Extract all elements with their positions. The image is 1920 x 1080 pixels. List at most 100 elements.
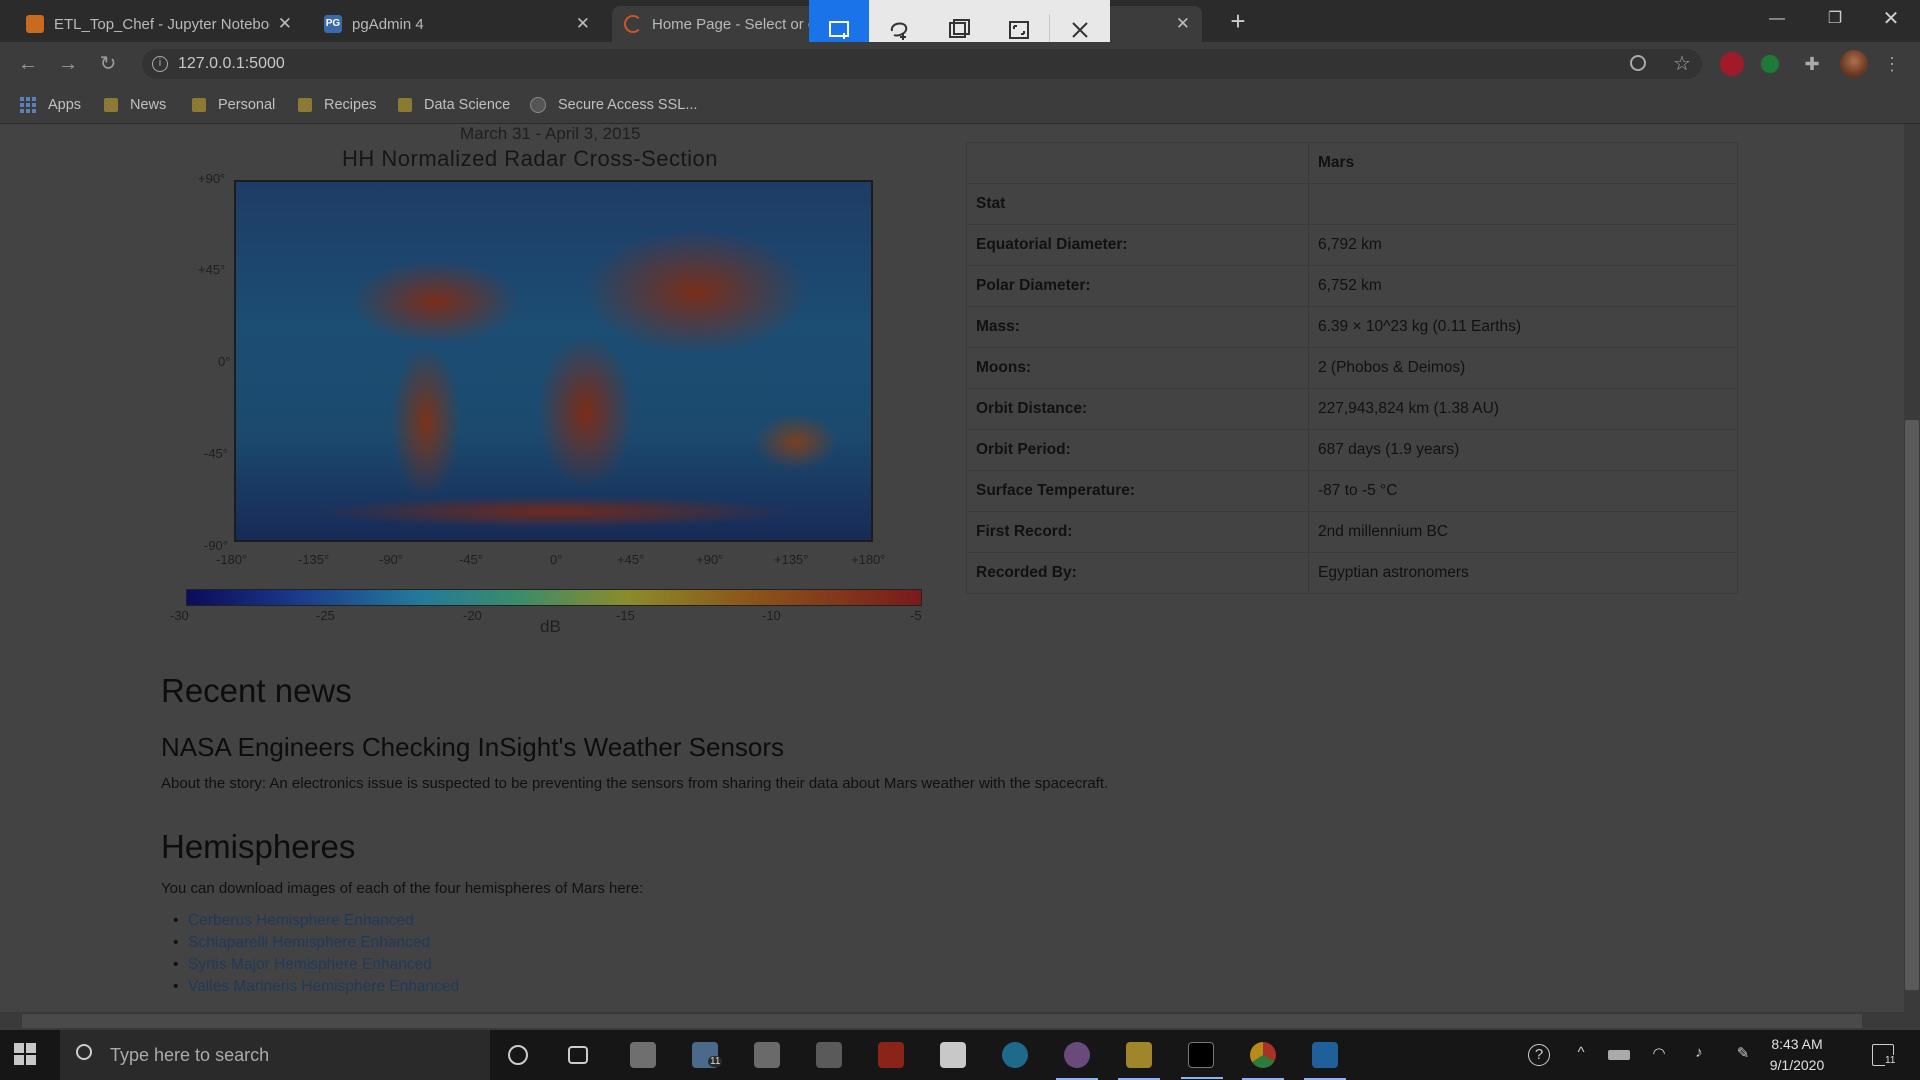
table-cell (966, 142, 1309, 184)
notification-center-icon[interactable]: 11 (1872, 1044, 1896, 1066)
slack-arrow-icon[interactable] (816, 1042, 842, 1068)
bookmark-personal[interactable]: Personal (192, 95, 275, 115)
menu-kebab-icon[interactable]: ⋮ (1878, 50, 1906, 78)
lon-label: -180° (216, 552, 248, 567)
vertical-scroll-thumb[interactable] (1905, 420, 1919, 990)
jupyter-icon (26, 15, 44, 33)
back-button[interactable]: ← (14, 50, 42, 78)
taskbar-clock[interactable]: 8:43 AM 9/1/2020 (1757, 1034, 1837, 1076)
table-row: First Record: 2nd millennium BC (966, 511, 1738, 553)
lon-label: -45° (459, 552, 483, 567)
new-tab-button[interactable]: + (1222, 6, 1254, 38)
table-value: 2 (Phobos & Deimos) (1308, 347, 1738, 389)
bookmark-apps[interactable]: Apps (20, 95, 81, 115)
colorbar (186, 589, 922, 606)
pen-icon[interactable]: ✎ (1732, 1044, 1754, 1066)
bookmark-news[interactable]: News (104, 95, 166, 115)
hemisphere-link-syrtis-major[interactable]: Syrtis Major Hemisphere Enhanced (173, 956, 459, 978)
horizontal-scroll-thumb[interactable] (22, 1014, 1862, 1028)
table-row: Orbit Period: 687 days (1.9 years) (966, 429, 1738, 471)
news-title[interactable]: NASA Engineers Checking InSight's Weathe… (161, 732, 784, 763)
forward-button[interactable]: → (54, 50, 82, 78)
file-explorer-icon[interactable] (1118, 1042, 1160, 1080)
fullscreen-snip-icon (1009, 20, 1029, 39)
table-row: Moons: 2 (Phobos & Deimos) (966, 347, 1738, 389)
help-icon[interactable]: ? (1528, 1044, 1550, 1066)
task-view-icon[interactable] (568, 1046, 588, 1064)
table-key: First Record: (966, 511, 1309, 553)
bookmark-recipes[interactable]: Recipes (298, 95, 376, 115)
table-value: 227,943,824 km (1.38 AU) (1308, 388, 1738, 430)
close-window-button[interactable]: ✕ (1862, 0, 1920, 40)
bookmark-label: News (130, 97, 167, 113)
restore-button[interactable]: ❐ (1806, 0, 1864, 40)
hemisphere-link-valles-marineris[interactable]: Valles Marineris Hemisphere Enhanced (173, 978, 459, 1000)
bookmark-label: Personal (218, 97, 276, 113)
close-tab-icon[interactable]: ✕ (576, 14, 590, 34)
radar-map-image (234, 180, 873, 542)
lon-label: 0° (550, 552, 563, 567)
reload-button[interactable]: ↻ (94, 50, 122, 78)
loading-spinner-icon (624, 15, 642, 33)
colorbar-tick: -5 (910, 608, 922, 623)
battery-icon[interactable] (1608, 1050, 1630, 1060)
hemisphere-link-schiaparelli[interactable]: Schiaparelli Hemisphere Enhanced (173, 934, 459, 956)
extensions-puzzle-icon[interactable]: ✚ (1800, 52, 1824, 76)
close-tab-icon[interactable]: ✕ (278, 14, 292, 34)
star-bookmark-icon[interactable]: ☆ (1670, 52, 1694, 76)
rectangular-snip-icon (829, 20, 849, 39)
clock-time: 8:43 AM (1771, 1036, 1823, 1052)
mail-badge: 11 (708, 1056, 723, 1067)
pinterest-icon[interactable] (1720, 52, 1744, 76)
address-bar[interactable]: i 127.0.0.1:5000 (142, 49, 1702, 79)
table-row: Mass: 6.39 × 10^23 kg (0.11 Earths) (966, 306, 1738, 348)
table-value: 6.39 × 10^23 kg (0.11 Earths) (1308, 306, 1738, 348)
dropbox-icon[interactable] (754, 1042, 780, 1068)
volume-icon[interactable]: ♪ (1688, 1044, 1710, 1066)
lat-label: +90° (198, 171, 226, 186)
amazon-icon[interactable] (940, 1042, 966, 1068)
extension-green-icon[interactable] (1761, 55, 1779, 73)
table-value: -87 to -5 °C (1308, 470, 1738, 512)
windows-start-icon[interactable] (14, 1043, 36, 1065)
close-tab-icon[interactable]: ✕ (1176, 14, 1190, 34)
bookmark-data-science[interactable]: Data Science (398, 95, 510, 115)
slack-icon[interactable] (1056, 1042, 1098, 1080)
store-icon[interactable] (630, 1042, 656, 1068)
office-icon[interactable] (878, 1042, 904, 1068)
zoom-icon[interactable] (1630, 55, 1646, 71)
avatar[interactable] (1840, 50, 1868, 78)
table-row: Polar Diameter: 6,752 km (966, 265, 1738, 307)
table-key: Orbit Distance: (966, 388, 1309, 430)
table-key: Moons: (966, 347, 1309, 389)
colorbar-tick: -10 (762, 608, 781, 623)
folder-icon (192, 98, 206, 112)
lon-label: +135° (774, 552, 809, 567)
cortana-icon[interactable] (508, 1045, 528, 1065)
table-stat-label: Stat (966, 183, 1309, 225)
hemisphere-link-cerberus[interactable]: Cerberus Hemisphere Enhanced (173, 912, 459, 934)
bookmark-secure-access[interactable]: Secure Access SSL... (530, 95, 697, 115)
folder-icon (298, 98, 312, 112)
lon-label: +180° (851, 552, 886, 567)
taskbar-search-input[interactable]: Type here to search (60, 1030, 490, 1080)
minimize-button[interactable]: — (1748, 0, 1806, 40)
lon-label: -135° (298, 552, 330, 567)
map-title: HH Normalized Radar Cross-Section (342, 146, 718, 171)
colorbar-unit: dB (540, 617, 561, 636)
tab-pgadmin[interactable]: PG pgAdmin 4 ✕ (312, 6, 602, 42)
lat-label: +45° (198, 262, 226, 277)
mail-icon[interactable]: 11 (692, 1042, 723, 1068)
vscode-icon[interactable] (1304, 1042, 1346, 1080)
edge-icon[interactable] (1002, 1042, 1028, 1068)
wifi-icon[interactable]: ◠ (1648, 1044, 1670, 1066)
folder-icon (398, 98, 412, 112)
colorbar-tick: -30 (170, 608, 189, 623)
browser-toolbar: ← → ↻ i 127.0.0.1:5000 ☆ ✚ ⋮ (0, 42, 1920, 86)
table-row: Recorded By: Egyptian astronomers (966, 552, 1738, 594)
chevron-up-icon[interactable]: ^ (1570, 1044, 1592, 1066)
info-icon[interactable]: i (152, 56, 168, 72)
tab-jupyter[interactable]: ETL_Top_Chef - Jupyter Noteboo ✕ (14, 6, 304, 42)
terminal-icon[interactable] (1181, 1042, 1223, 1079)
chrome-icon[interactable] (1242, 1042, 1284, 1080)
